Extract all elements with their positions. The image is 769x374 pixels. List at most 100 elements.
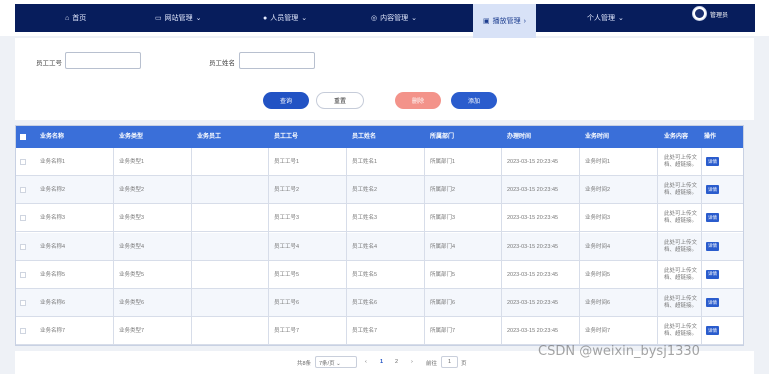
table-cell-dept: 所属部门4 bbox=[430, 243, 456, 250]
page-number[interactable]: 1 bbox=[380, 359, 383, 365]
column-divider bbox=[501, 148, 502, 345]
nav-content-management[interactable]: ◎ 内容管理 ⌄ bbox=[371, 4, 417, 32]
table-cell-name: 业务名称1 bbox=[40, 159, 66, 165]
column-header: 业务类型 bbox=[119, 134, 144, 140]
prev-page-button[interactable]: ‹ bbox=[365, 359, 367, 365]
table-cell-emp-id: 员工工号5 bbox=[274, 271, 300, 278]
table-cell-time: 2023-03-15 20:23:45 bbox=[507, 215, 559, 222]
column-divider bbox=[113, 148, 114, 345]
reset-button[interactable]: 重置 bbox=[316, 92, 364, 109]
table-cell-dept: 所属部门6 bbox=[430, 300, 456, 306]
table-cell-name: 业务名称7 bbox=[40, 328, 66, 335]
table-cell-emp-name: 员工姓名6 bbox=[352, 300, 378, 306]
table-cell-emp-name: 员工姓名1 bbox=[352, 159, 378, 165]
nav-personnel-management[interactable]: ● 人员管理 ⌄ bbox=[263, 4, 307, 32]
goto-label: 前往 bbox=[426, 361, 438, 367]
row-checkbox[interactable] bbox=[20, 300, 26, 306]
employee-name-input[interactable] bbox=[239, 52, 315, 69]
table-cell-emp-id: 员工工号6 bbox=[274, 300, 300, 306]
table-cell-content: 此处可上传文档、超链接。 bbox=[664, 324, 698, 338]
table-cell-emp-id: 员工工号1 bbox=[274, 159, 300, 165]
chevron-down-icon: ⌄ bbox=[301, 15, 308, 22]
row-checkbox[interactable] bbox=[20, 187, 26, 194]
employee-id-input[interactable] bbox=[65, 52, 141, 69]
table-cell-emp-id: 员工工号2 bbox=[274, 187, 300, 194]
detail-button[interactable]: 详情 bbox=[706, 213, 719, 223]
table-cell-type: 业务类型1 bbox=[119, 159, 145, 165]
table-row[interactable]: 业务名称2 业务类型2 员工工号2 员工姓名2 所属部门2 2023-03-15 20:2… bbox=[16, 176, 743, 205]
row-checkbox[interactable] bbox=[20, 243, 26, 250]
table-cell-name: 业务名称2 bbox=[40, 187, 66, 194]
row-checkbox[interactable] bbox=[20, 215, 26, 222]
nav-home[interactable]: ⌂ 首页 bbox=[65, 4, 86, 32]
column-divider bbox=[191, 148, 192, 345]
chevron-down-icon: ⌄ bbox=[195, 15, 202, 22]
table-cell-biz-time: 业务时间6 bbox=[585, 300, 611, 306]
query-button[interactable]: 查询 bbox=[263, 92, 309, 109]
detail-button[interactable]: 详情 bbox=[706, 241, 719, 251]
detail-button[interactable]: 详情 bbox=[706, 185, 719, 195]
table-row[interactable]: 业务名称3 业务类型3 员工工号3 员工姓名3 所属部门3 2023-03-15 20:2… bbox=[16, 204, 743, 233]
table-cell-content: 此处可上传文档、超链接。 bbox=[664, 183, 698, 197]
table-row[interactable]: 业务名称1 业务类型1 员工工号1 员工姓名1 所属部门1 2023-03-15 20:2… bbox=[16, 148, 743, 176]
column-divider bbox=[424, 148, 425, 345]
table-cell-emp-name: 员工姓名4 bbox=[352, 243, 378, 250]
table-cell-content: 此处可上传文档、超链接。 bbox=[664, 267, 698, 281]
detail-button[interactable]: 详情 bbox=[706, 326, 719, 336]
select-all-checkbox[interactable] bbox=[20, 134, 26, 140]
search-panel bbox=[15, 38, 754, 120]
table-cell-content: 此处可上传文档、超链接。 bbox=[664, 155, 698, 168]
play-icon: ▣ bbox=[483, 18, 490, 25]
column-divider bbox=[579, 148, 580, 345]
delete-button[interactable]: 删除 bbox=[395, 92, 441, 109]
table-cell-biz-time: 业务时间4 bbox=[585, 243, 611, 250]
table-cell-dept: 所属部门5 bbox=[430, 271, 456, 278]
nav-personal-management[interactable]: 个人管理 ⌄ bbox=[587, 4, 624, 32]
goto-page-input[interactable]: 1 bbox=[441, 356, 458, 368]
detail-button[interactable]: 详情 bbox=[706, 157, 719, 166]
detail-button[interactable]: 详情 bbox=[706, 269, 719, 279]
nav-label: 内容管理 bbox=[380, 15, 409, 22]
table-header: 业务名称 业务类型 业务员工 员工工号 员工姓名 所属部门 办理时间 业务时间 … bbox=[16, 126, 743, 148]
table-cell-time: 2023-03-15 20:23:45 bbox=[507, 300, 559, 306]
detail-button[interactable]: 详情 bbox=[706, 298, 719, 307]
user-name[interactable]: 管理员 bbox=[710, 10, 728, 19]
column-divider bbox=[701, 148, 702, 345]
nav-play-management[interactable]: ▣ 播放管理 › bbox=[473, 4, 536, 38]
table-row[interactable]: 业务名称5 业务类型5 员工工号5 员工姓名5 所属部门5 2023-03-15 20:2… bbox=[16, 261, 743, 289]
nav-site-management[interactable]: ▭ 网站管理 ⌄ bbox=[155, 4, 202, 32]
column-header: 业务员工 bbox=[197, 134, 222, 140]
home-icon: ⌂ bbox=[65, 14, 70, 22]
table-cell-name: 业务名称4 bbox=[40, 243, 66, 250]
page-number[interactable]: 2 bbox=[395, 359, 398, 365]
table-row[interactable]: 业务名称6 业务类型6 员工工号6 员工姓名6 所属部门6 2023-03-15 20:2… bbox=[16, 289, 743, 317]
page-size-select[interactable]: 7条/页 ⌄ bbox=[315, 356, 357, 368]
table-row[interactable]: 业务名称7 业务类型7 员工工号7 员工姓名7 所属部门7 2023-03-15 20:2… bbox=[16, 317, 743, 346]
column-header: 员工姓名 bbox=[352, 134, 377, 140]
add-button[interactable]: 添加 bbox=[451, 92, 497, 109]
table-cell-emp-name: 员工姓名3 bbox=[352, 215, 378, 222]
table-cell-biz-time: 业务时间1 bbox=[585, 159, 611, 165]
top-navigation: ⌂ 首页 ▭ 网站管理 ⌄ ● 人员管理 ⌄ ◎ 内容管理 ⌄ ▣ 播放管理 ›… bbox=[0, 0, 769, 38]
table-row[interactable]: 业务名称4 业务类型4 员工工号4 员工姓名4 所属部门4 2023-03-15 20:2… bbox=[16, 232, 743, 261]
column-header: 办理时间 bbox=[507, 134, 532, 140]
next-page-button[interactable]: › bbox=[411, 359, 413, 365]
column-header: 员工工号 bbox=[274, 134, 299, 140]
row-checkbox[interactable] bbox=[20, 328, 26, 335]
table-cell-biz-time: 业务时间7 bbox=[585, 328, 611, 335]
row-checkbox[interactable] bbox=[20, 159, 26, 165]
table-cell-type: 业务类型5 bbox=[119, 271, 145, 278]
column-header: 业务时间 bbox=[585, 134, 610, 140]
table-cell-time: 2023-03-15 20:23:45 bbox=[507, 159, 559, 165]
avatar[interactable] bbox=[692, 6, 707, 21]
table-cell-type: 业务类型6 bbox=[119, 300, 145, 306]
chevron-down-icon: ⌄ bbox=[411, 15, 417, 22]
table-cell-emp-name: 员工姓名7 bbox=[352, 328, 378, 335]
table-cell-time: 2023-03-15 20:23:45 bbox=[507, 328, 559, 335]
table-cell-type: 业务类型4 bbox=[119, 243, 145, 250]
employee-name-label: 员工姓名 bbox=[209, 60, 235, 67]
column-header: 操作 bbox=[704, 134, 717, 140]
table-cell-emp-name: 员工姓名2 bbox=[352, 187, 378, 194]
row-checkbox[interactable] bbox=[20, 271, 26, 278]
column-header: 业务名称 bbox=[40, 134, 65, 140]
